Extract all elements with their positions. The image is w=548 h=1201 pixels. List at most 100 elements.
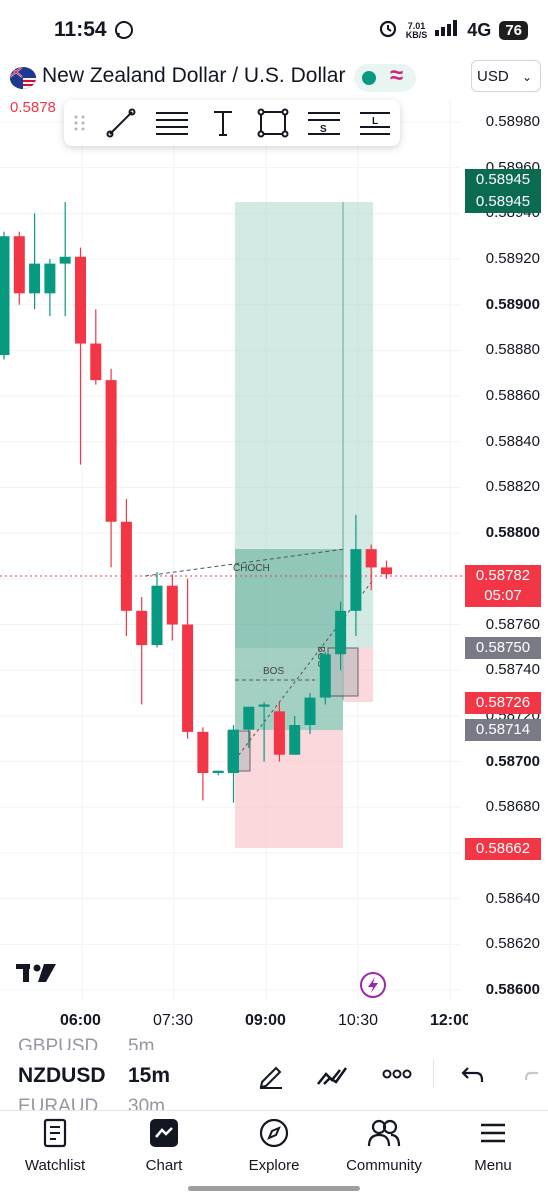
candle-body [197, 731, 209, 773]
chart-grid [0, 100, 460, 1000]
compass-icon [259, 1118, 289, 1148]
candle-body [365, 549, 377, 568]
price-chart[interactable]: CHOCH BOS BOS [0, 100, 548, 1000]
candle-body [59, 256, 71, 264]
stop-price-tag-2: 0.58662 [465, 838, 541, 860]
lightning-icon [360, 972, 386, 998]
order-block-box-1 [327, 647, 359, 697]
candle-body [258, 704, 270, 707]
wave-icon: ≈ [390, 62, 404, 89]
stop-price-tag-1: 0.58726 [465, 692, 541, 714]
rectangle-tool-icon [257, 108, 289, 138]
candle-body [182, 624, 194, 732]
candle-body [304, 697, 316, 726]
short-letter: S [320, 124, 327, 135]
drawings-icon[interactable] [316, 1062, 350, 1093]
candle-body [29, 263, 41, 294]
candle-body [212, 770, 224, 773]
pencil-icon[interactable] [256, 1060, 286, 1095]
nav-watchlist-label: Watchlist [24, 1157, 86, 1174]
price-axis-label: 0.58700 [485, 752, 540, 770]
candle-body [136, 610, 148, 646]
time-label: 12:00 [430, 1012, 468, 1029]
candle-body [105, 380, 117, 522]
drag-handle-icon [74, 115, 85, 131]
trend-line-icon [106, 108, 136, 138]
price-axis-label: 0.58800 [485, 524, 540, 542]
nav-community-label: Community [346, 1157, 422, 1174]
chevron-down-icon: ⌄ [521, 70, 532, 84]
candle-body [166, 585, 178, 625]
currency-label: USD [477, 68, 509, 85]
candle-body [350, 549, 362, 611]
currency-selector[interactable]: USD ⌄ [471, 60, 541, 92]
candle-body [90, 343, 102, 381]
market-open-dot-icon [362, 71, 376, 85]
target-price-tag-2: 0.58945 [465, 191, 541, 213]
candle-body [44, 263, 56, 294]
nav-explore[interactable]: Explore [224, 1118, 324, 1174]
net-speed: 7.01 KB/S [405, 21, 428, 40]
nav-menu[interactable]: Menu [443, 1118, 543, 1174]
choch-label: CHOCH [233, 563, 270, 574]
text-tool-icon [214, 111, 232, 136]
interval-option[interactable]: 5m [128, 1036, 154, 1050]
entry-price-tag-1: 0.58750 [465, 637, 541, 659]
price-axis-label: 0.58820 [485, 478, 540, 496]
candle-body [75, 256, 86, 344]
undo-icon[interactable] [460, 1064, 486, 1091]
bos-label: BOS [263, 666, 284, 677]
candle-body [289, 725, 301, 755]
candle-body [381, 567, 392, 575]
price-axis-label: 0.58860 [485, 387, 540, 405]
nav-watchlist[interactable]: Watchlist [5, 1118, 105, 1174]
long-letter: L [372, 116, 378, 127]
symbol-title[interactable]: New Zealand Dollar / U.S. Dollar [42, 64, 345, 88]
candle-body [151, 585, 163, 646]
more-icon[interactable] [382, 1066, 412, 1087]
candle-body [335, 610, 347, 655]
gesture-bar[interactable] [188, 1186, 360, 1191]
price-axis-label: 0.58920 [485, 250, 540, 268]
symbol-option[interactable]: GBPUSD [18, 1036, 98, 1050]
time-label: 10:30 [338, 1012, 379, 1029]
symbol-current[interactable]: NZDUSD [18, 1064, 106, 1088]
nav-menu-label: Menu [474, 1157, 512, 1174]
price-axis-label: 0.58980 [485, 113, 540, 130]
nav-explore-label: Explore [248, 1157, 300, 1174]
net-speed-unit: KB/S [405, 29, 428, 40]
network-type: 4G [467, 20, 492, 40]
battery-indicator: 76 [499, 21, 528, 40]
whatsapp-icon [114, 20, 134, 45]
nav-community[interactable]: Community [334, 1118, 434, 1174]
interval-option[interactable]: 30m [128, 1096, 165, 1110]
candle-body [319, 654, 331, 698]
community-icon [367, 1119, 401, 1147]
candle-body [120, 521, 132, 611]
symbol-option[interactable]: EURAUD [18, 1096, 98, 1110]
chart-icon [150, 1119, 178, 1147]
price-axis-label: 0.58600 [485, 981, 540, 998]
watchlist-icon [43, 1118, 67, 1148]
menu-icon [481, 1123, 505, 1143]
nav-chart-label: Chart [145, 1157, 183, 1174]
price-axis-label: 0.58840 [485, 432, 540, 450]
redo-icon[interactable] [524, 1064, 546, 1091]
long-position-stop-zone-2 [235, 730, 343, 848]
candle-body [228, 729, 239, 773]
interval-current[interactable]: 15m [128, 1064, 170, 1088]
fib-lines-icon [156, 112, 188, 135]
price-axis-label: 0.58640 [485, 889, 540, 907]
nav-chart[interactable]: Chart [114, 1118, 214, 1174]
target-price-tag-1: 0.58945 [465, 169, 541, 191]
candle-body [273, 711, 285, 755]
price-axis-label: 0.58620 [485, 935, 540, 953]
countdown-tag: 05:07 [465, 585, 541, 607]
alarm-icon [378, 18, 398, 43]
time-label: 07:30 [153, 1012, 194, 1029]
price-axis-label: 0.58740 [485, 661, 540, 679]
price-axis-label: 0.58900 [485, 295, 540, 313]
nz-us-flag-icon [10, 67, 36, 89]
current-price-tag: 0.58782 [465, 565, 541, 587]
price-axis-label: 0.58760 [485, 615, 540, 633]
